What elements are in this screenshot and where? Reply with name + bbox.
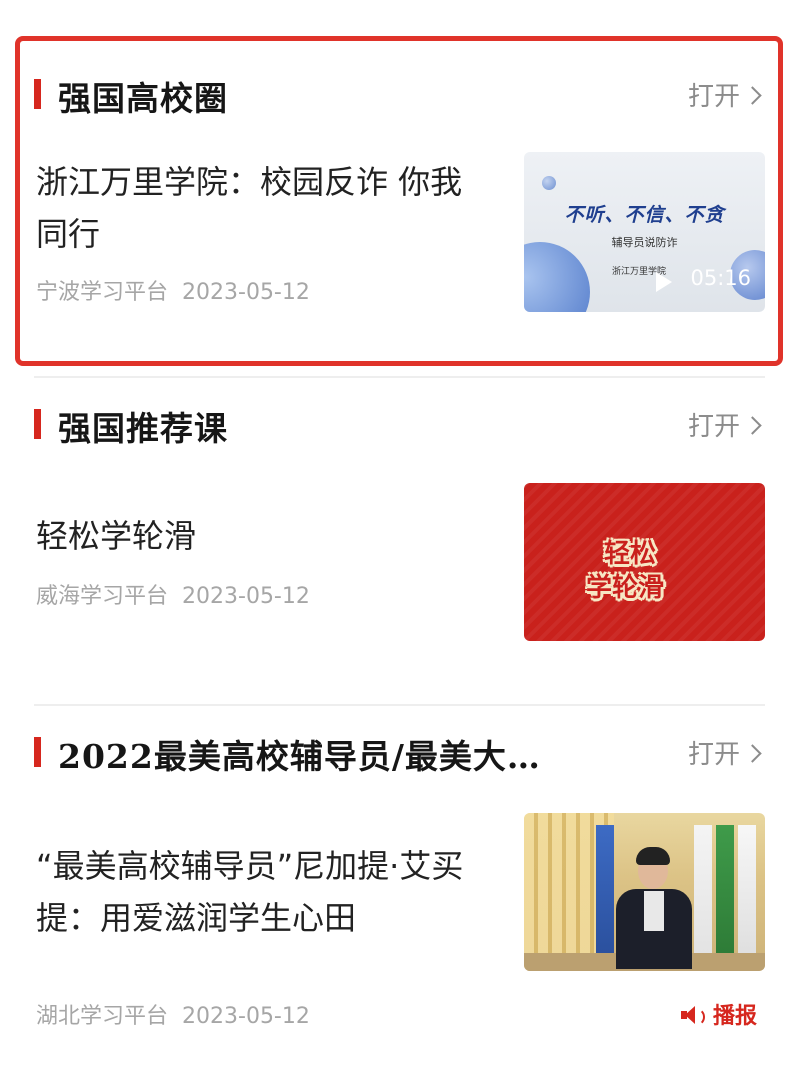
open-link[interactable]: 打开 [687, 406, 762, 443]
article-meta: 湖北学习平台 2023-05-12 [36, 998, 310, 1030]
open-label: 打开 [687, 740, 740, 770]
flag [596, 825, 614, 961]
course-thumbnail[interactable]: 轻松 学轮滑 [524, 483, 765, 641]
person-shirt [644, 891, 664, 931]
flag [694, 825, 712, 961]
divider [34, 376, 765, 378]
broadcast-button[interactable]: 播报 [679, 998, 757, 1030]
article-source: 威海学习平台 [36, 584, 169, 609]
open-link[interactable]: 打开 [687, 734, 762, 771]
section-accent-bar [34, 409, 41, 439]
section-header: 强国推荐课 打开 [34, 396, 762, 456]
section-title: 强国推荐课 [58, 409, 228, 448]
thumbnail-title-art: 轻松 学轮滑 [586, 533, 704, 603]
flag [738, 825, 756, 961]
section-header: 2022最美高校辅导员/最美大… 打开 [34, 724, 762, 784]
flag [716, 825, 734, 961]
section-accent-bar [34, 737, 41, 767]
article-meta: 威海学习平台 2023-05-12 [36, 578, 310, 610]
section-title: 2022最美高校辅导员/最美大… [58, 737, 541, 776]
chevron-right-icon [743, 744, 762, 763]
person-hair [636, 847, 670, 865]
article-source: 湖北学习平台 [36, 1004, 169, 1029]
article-date: 2023-05-12 [182, 584, 310, 609]
chevron-right-icon [743, 416, 762, 435]
article-title[interactable]: “最美高校辅导员”尼加提·艾买提：用爱滋润学生心田 [36, 840, 486, 944]
open-label: 打开 [687, 412, 740, 442]
article-thumbnail[interactable] [524, 813, 765, 971]
thumbnail-title-line2: 学轮滑 [586, 573, 665, 603]
divider [34, 704, 765, 706]
article-title[interactable]: 轻松学轮滑 [36, 510, 486, 562]
article-date: 2023-05-12 [182, 1004, 310, 1029]
highlight-box [15, 36, 783, 366]
speaker-icon [679, 1004, 707, 1026]
broadcast-label: 播报 [712, 1004, 757, 1029]
thumbnail-title-line1: 轻松 [604, 539, 657, 569]
